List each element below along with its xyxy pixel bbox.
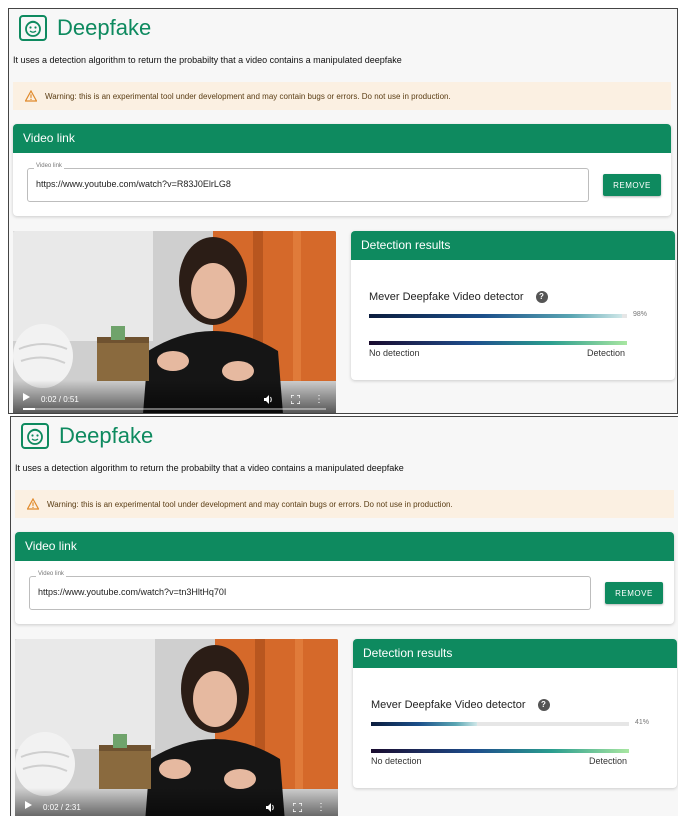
video-seek-bar[interactable]	[23, 408, 326, 410]
video-link-input-label: Video link	[34, 163, 64, 169]
page-description: It uses a detection algorithm to return …	[15, 463, 404, 473]
volume-icon[interactable]	[264, 395, 274, 404]
score-percent: 41%	[635, 719, 650, 726]
remove-button[interactable]: REMOVE	[603, 174, 661, 196]
face-logo-icon	[19, 15, 47, 41]
help-icon[interactable]: ?	[535, 291, 548, 303]
score-bar	[369, 314, 627, 318]
header: Deepfake	[19, 15, 151, 41]
score-percent: 98%	[633, 311, 648, 318]
deepfake-panel-1: Deepfake It uses a detection algorithm t…	[8, 8, 678, 414]
video-controls: 0:02 / 0:51 ⋮	[13, 380, 336, 413]
page-description: It uses a detection algorithm to return …	[13, 55, 402, 65]
fullscreen-icon[interactable]	[293, 803, 302, 812]
scale-label-right: Detection	[587, 348, 626, 358]
play-icon[interactable]	[25, 801, 32, 809]
scale-label-left: No detection	[369, 348, 420, 358]
page-title: Deepfake	[59, 423, 154, 448]
video-link-card-title: Video link	[13, 124, 671, 153]
warning-icon	[27, 498, 39, 510]
detection-results-card: Detection results Mever Deepfake Video d…	[353, 639, 677, 788]
fullscreen-icon[interactable]	[291, 395, 300, 404]
more-options-icon[interactable]: ⋮	[316, 803, 326, 813]
detector-name: Mever Deepfake Video detector ?	[371, 699, 550, 711]
video-link-url[interactable]: https://www.youtube.com/watch?v=tn3HltHq…	[38, 587, 226, 597]
volume-icon[interactable]	[266, 803, 276, 812]
video-link-card: Video link Video link https://www.youtub…	[15, 532, 674, 624]
warning-banner: Warning: this is an experimental tool un…	[15, 490, 674, 518]
detection-results-card: Detection results Mever Deepfake Video d…	[351, 231, 675, 380]
more-options-icon[interactable]: ⋮	[314, 395, 324, 405]
video-link-url[interactable]: https://www.youtube.com/watch?v=R83J0Elr…	[36, 179, 231, 189]
warning-text: Warning: this is an experimental tool un…	[47, 499, 453, 509]
warning-icon	[25, 90, 37, 102]
help-icon[interactable]: ?	[537, 699, 550, 711]
detection-scale	[369, 341, 627, 345]
detector-name: Mever Deepfake Video detector ?	[369, 291, 548, 303]
video-link-card-title: Video link	[15, 532, 674, 561]
video-controls: 0:02 / 2:31 ⋮	[15, 788, 338, 816]
video-link-input-label: Video link	[36, 571, 66, 577]
video-player[interactable]: 0:02 / 2:31 ⋮	[15, 639, 338, 816]
score-bar	[371, 722, 629, 726]
video-seek-progress	[23, 408, 36, 410]
video-link-card: Video link Video link https://www.youtub…	[13, 124, 671, 216]
video-link-input[interactable]: Video link https://www.youtube.com/watch…	[27, 163, 589, 202]
video-link-input[interactable]: Video link https://www.youtube.com/watch…	[29, 571, 591, 610]
detection-scale	[371, 749, 629, 753]
score-bar-fill	[369, 314, 622, 318]
detector-label: Mever Deepfake Video detector	[371, 699, 526, 711]
video-time: 0:02 / 0:51	[41, 395, 79, 404]
video-player[interactable]: 0:02 / 0:51 ⋮	[13, 231, 336, 413]
remove-button[interactable]: REMOVE	[605, 582, 663, 604]
detection-results-title: Detection results	[351, 231, 675, 260]
scale-label-right: Detection	[589, 756, 628, 766]
face-logo-icon	[21, 423, 49, 449]
scale-label-left: No detection	[371, 756, 422, 766]
detector-label: Mever Deepfake Video detector	[369, 291, 524, 303]
header: Deepfake	[21, 423, 153, 449]
warning-banner: Warning: this is an experimental tool un…	[13, 82, 671, 110]
warning-text: Warning: this is an experimental tool un…	[45, 91, 451, 101]
deepfake-panel-2: Deepfake It uses a detection algorithm t…	[10, 416, 678, 816]
play-icon[interactable]	[23, 393, 30, 401]
page-title: Deepfake	[57, 15, 152, 40]
score-bar-fill	[371, 722, 477, 726]
video-time: 0:02 / 2:31	[43, 803, 81, 812]
detection-results-title: Detection results	[353, 639, 677, 668]
